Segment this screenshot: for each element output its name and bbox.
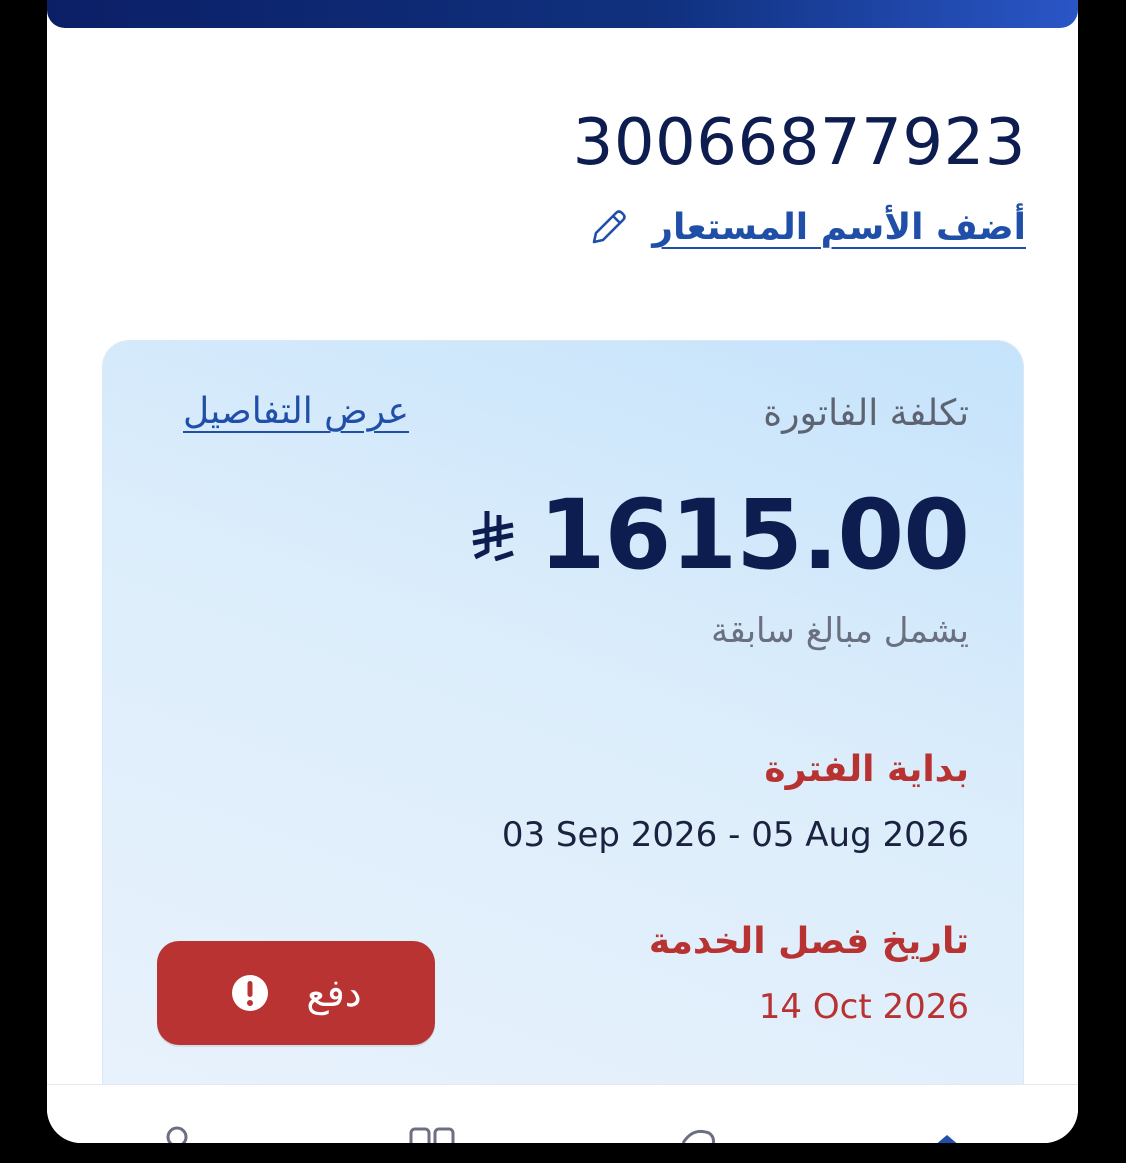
header-strip: [47, 0, 1078, 28]
period-label: بداية الفترة: [764, 749, 969, 790]
bill-title: تكلفة الفاتورة: [763, 393, 969, 434]
person-icon[interactable]: [147, 1123, 207, 1143]
amount-note: يشمل مبالغ سابقة: [711, 611, 969, 651]
view-details-link[interactable]: عرض التفاصيل: [183, 391, 409, 432]
account-number: 30066877923: [572, 106, 1026, 180]
amount-row: 1615.00: [469, 479, 970, 591]
bill-amount: 1615.00: [538, 479, 970, 591]
pencil-icon[interactable]: [586, 204, 632, 250]
period-value: 03 Sep 2026 - 05 Aug 2026: [501, 815, 969, 855]
screen: 30066877923 أضف الأسم المستعار تكلفة الف…: [47, 0, 1078, 1143]
disconnect-date-label: تاريخ فصل الخدمة: [648, 921, 969, 962]
grid-icon[interactable]: [403, 1123, 463, 1143]
pay-button[interactable]: دفع: [157, 941, 435, 1045]
bill-card: تكلفة الفاتورة عرض التفاصيل 1615.00 يشمل…: [103, 341, 1023, 1111]
pay-button-label: دفع: [306, 972, 362, 1015]
nickname-row[interactable]: أضف الأسم المستعار: [586, 204, 1026, 250]
saudi-riyal-icon: [472, 511, 514, 561]
chat-icon[interactable]: [669, 1123, 729, 1143]
bottom-nav: [47, 1084, 1078, 1143]
alert-icon: [232, 975, 269, 1011]
disconnect-date-value: 14 Oct 2026: [758, 987, 969, 1027]
home-icon[interactable]: [917, 1123, 977, 1143]
add-nickname-link[interactable]: أضف الأسم المستعار: [652, 207, 1026, 248]
